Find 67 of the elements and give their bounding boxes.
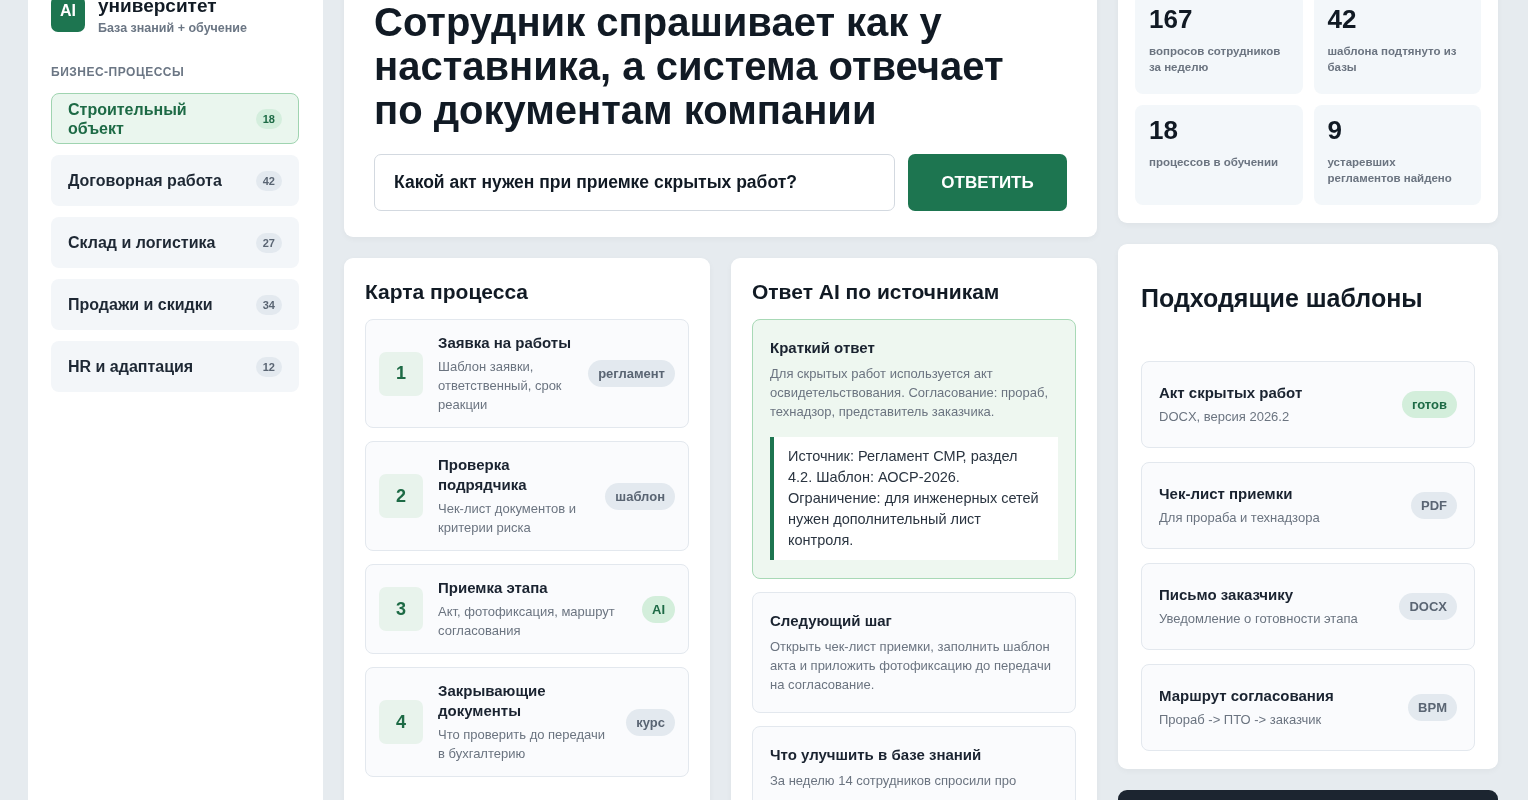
- sidebar-item[interactable]: Продажи и скидки 34: [51, 279, 299, 330]
- template-description: Прораб -> ПТО -> заказчик: [1159, 711, 1323, 729]
- block-title: Краткий ответ: [770, 338, 876, 358]
- template-tag: DOCX: [1399, 593, 1457, 620]
- stat-value: 18: [1149, 115, 1179, 146]
- step-tag: регламент: [588, 360, 675, 387]
- count-badge: 42: [255, 170, 282, 191]
- section-label: БИЗНЕС-ПРОЦЕССЫ: [51, 65, 186, 79]
- template-tag: PDF: [1411, 492, 1457, 519]
- step-tag: курс: [626, 708, 675, 736]
- step-description: Акт, фотофиксация, маршрут согласования: [438, 603, 616, 640]
- template-item[interactable]: Чек-лист приемки Для прораба и технадзора PDF: [1141, 462, 1475, 549]
- card-title: Подходящие шаблоны: [1141, 284, 1424, 313]
- template-title: Письмо заказчику: [1159, 585, 1295, 605]
- step-title: Закрывающие документы: [438, 681, 547, 721]
- source-quote: Источник: Регламент СМР, раздел 4.2. Шаблон: АОСР-2026. Ограничение: для инженерных сетей нужен дополнительный лист контроля.: [770, 437, 1058, 560]
- block-text: За неделю 14 сотрудников спросили про: [770, 772, 1018, 790]
- count-badge: 18: [255, 108, 282, 129]
- step-number: 1: [379, 351, 423, 396]
- count-badge: 12: [255, 356, 282, 377]
- brand-title: университет: [98, 0, 218, 16]
- template-item[interactable]: Акт скрытых работ DOCX, версия 2026.2 готов: [1141, 361, 1475, 448]
- template-description: DOCX, версия 2026.2: [1159, 408, 1291, 426]
- sidebar-item[interactable]: Склад и логистика 27: [51, 217, 299, 268]
- card-title: Ответ AI по источникам: [752, 280, 1001, 304]
- stat-value: 9: [1327, 115, 1343, 146]
- step-number: 4: [379, 700, 423, 744]
- step-description: Шаблон заявки, ответственный, срок реакции: [438, 358, 563, 414]
- template-title: Маршрут согласования: [1159, 686, 1335, 706]
- step-number: 3: [379, 587, 423, 631]
- step-title: Заявка на работы: [438, 333, 572, 353]
- block-text: Для скрытых работ используется акт освидетельствования. Согласование: прораб, технадзор, представитель заказчика.: [770, 365, 1050, 421]
- stat-value: 167: [1149, 4, 1194, 35]
- logo: AI: [51, 0, 85, 32]
- block-text: Открыть чек-лист приемки, заполнить шаблон акта и приложить фотофиксацию до передачи на согласование.: [770, 638, 1052, 694]
- sidebar-item[interactable]: Договорная работа 42: [51, 155, 299, 206]
- step-tag: AI: [642, 595, 675, 623]
- step-tag: шаблон: [605, 482, 675, 510]
- stat-label: устаревших регламентов найдено: [1327, 155, 1453, 186]
- template-tag: BPM: [1408, 694, 1457, 721]
- step-description: Чек-лист документов и критерии риска: [438, 500, 577, 537]
- template-item[interactable]: Маршрут согласования Прораб -> ПТО -> заказчик BPM: [1141, 664, 1475, 751]
- template-item[interactable]: Письмо заказчику Уведомление о готовности этапа DOCX: [1141, 563, 1475, 650]
- question-field[interactable]: Какой акт нужен при приемке скрытых работ?: [374, 154, 895, 211]
- sidebar-item[interactable]: Строительный объект 18: [51, 93, 299, 144]
- stat-label: шаблона подтянуто из базы: [1327, 44, 1458, 75]
- count-badge: 27: [255, 232, 282, 253]
- step-title: Приемка этапа: [438, 578, 549, 598]
- template-title: Акт скрытых работ: [1159, 383, 1304, 403]
- step-number: 2: [379, 474, 423, 518]
- block-title: Что улучшить в базе знаний: [770, 745, 983, 765]
- brand-subtitle: База знаний + обучение: [98, 21, 247, 35]
- block-title: Следующий шаг: [770, 611, 893, 631]
- stat-label: вопросов сотрудников за неделю: [1149, 44, 1282, 75]
- template-description: Для прораба и технадзора: [1159, 509, 1321, 527]
- hero-title: Сотрудник спрашивает как у наставника, а система отвечает по документам компании: [374, 0, 1005, 132]
- stat-label: процессов в обучении: [1149, 155, 1280, 170]
- template-title: Чек-лист приемки: [1159, 484, 1294, 504]
- sidebar-item[interactable]: HR и адаптация 12: [51, 341, 299, 392]
- step-title: Проверка подрядчика: [438, 455, 528, 495]
- step-description: Что проверить до передачи в бухгалтерию: [438, 726, 607, 763]
- count-badge: 34: [255, 294, 282, 315]
- card-title: Карта процесса: [365, 280, 530, 304]
- template-tag: готов: [1402, 391, 1457, 418]
- answer-button[interactable]: ОТВЕТИТЬ: [908, 154, 1067, 211]
- stat-value: 42: [1327, 4, 1358, 35]
- template-description: Уведомление о готовности этапа: [1159, 610, 1359, 628]
